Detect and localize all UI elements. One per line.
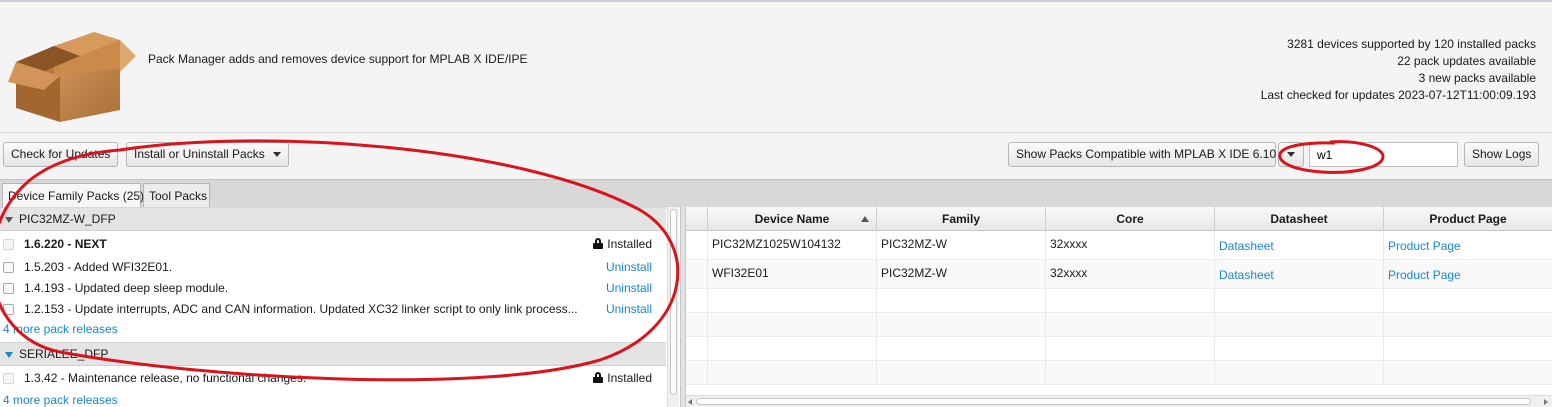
table-row[interactable]: PIC32MZ1025W104132 PIC32MZ-W 32xxxx Data… — [686, 231, 1552, 260]
row-header-column — [686, 207, 708, 231]
tab-device-family-packs[interactable]: Device Family Packs (25) — [2, 183, 144, 208]
uninstall-link[interactable]: Uninstall — [606, 257, 652, 278]
family-cell: PIC32MZ-W — [877, 231, 1046, 259]
lock-icon — [593, 238, 604, 249]
more-pack-releases-link[interactable]: 4 more pack releases — [3, 322, 118, 336]
datasheet-link[interactable]: Datasheet — [1215, 260, 1384, 288]
empty-table-row — [686, 337, 1552, 361]
product-page-link[interactable]: Product Page — [1384, 260, 1552, 288]
more-pack-releases-link[interactable]: 4 more pack releases — [3, 393, 118, 407]
pack-list-scrollbar[interactable] — [667, 207, 679, 407]
column-core[interactable]: Core — [1046, 207, 1215, 231]
scroll-left-icon[interactable] — [688, 399, 692, 405]
row-header-cell — [686, 260, 708, 288]
collapse-triangle-icon — [5, 216, 13, 223]
release-checkbox[interactable] — [3, 373, 14, 384]
search-input[interactable] — [1309, 142, 1458, 167]
installed-label: Installed — [607, 371, 652, 385]
pack-type-tabs: Device Family Packs (25) Tool Packs — [0, 179, 1552, 208]
installed-status: Installed — [593, 234, 652, 255]
release-checkbox[interactable] — [3, 262, 14, 273]
uninstall-link[interactable]: Uninstall — [606, 278, 652, 299]
column-device-name[interactable]: Device Name — [708, 207, 877, 231]
show-logs-label: Show Logs — [1472, 147, 1532, 161]
pack-release-row: 1.5.203 - Added WFI32E01. Uninstall — [0, 257, 666, 278]
table-horizontal-scrollbar[interactable] — [686, 395, 1552, 407]
toolbar: Check for Updates Install or Uninstall P… — [0, 134, 1552, 176]
release-label: 1.5.203 - Added WFI32E01. — [24, 260, 173, 274]
pack-release-row: 1.2.153 - Update interrupts, ADC and CAN… — [0, 299, 666, 320]
install-uninstall-dropdown[interactable]: Install or Uninstall Packs — [126, 142, 289, 167]
installed-label: Installed — [607, 237, 652, 251]
release-label: 1.2.153 - Update interrupts, ADC and CAN… — [24, 302, 578, 316]
chevron-down-icon — [272, 152, 281, 158]
pack-manager-header: Pack Manager adds and removes device sup… — [0, 0, 1552, 133]
release-label: 1.6.220 - NEXT — [24, 237, 107, 251]
scroll-right-icon[interactable] — [1544, 399, 1548, 405]
pack-release-row: 1.4.193 - Updated deep sleep module. Uni… — [0, 278, 666, 299]
release-label: 1.4.193 - Updated deep sleep module. — [24, 281, 229, 295]
lock-icon — [593, 372, 604, 383]
device-table: Device Name Family Core Datasheet Produc… — [686, 207, 1552, 407]
stat-pack-updates: 22 pack updates available — [1397, 54, 1536, 68]
core-cell: 32xxxx — [1046, 260, 1215, 288]
compatibility-filter-label: Show Packs Compatible with MPLAB X IDE 6… — [1016, 147, 1277, 161]
column-product-page[interactable]: Product Page — [1384, 207, 1552, 231]
pack-manager-description: Pack Manager adds and removes device sup… — [148, 52, 528, 66]
pack-stats: 3281 devices supported by 120 installed … — [1261, 36, 1536, 104]
datasheet-link[interactable]: Datasheet — [1215, 231, 1384, 259]
uninstall-link[interactable]: Uninstall — [606, 299, 652, 320]
column-label: Device Name — [754, 212, 830, 226]
compatibility-filter-arrow-button[interactable] — [1278, 142, 1304, 167]
compatibility-filter-select[interactable]: Show Packs Compatible with MPLAB X IDE 6… — [1008, 142, 1276, 167]
empty-table-row — [686, 289, 1552, 313]
collapse-triangle-icon — [5, 351, 13, 358]
show-logs-button[interactable]: Show Logs — [1464, 142, 1540, 167]
device-name-cell: PIC32MZ1025W104132 — [708, 231, 877, 259]
pack-release-row: 1.3.42 - Maintenance release, no functio… — [0, 368, 666, 389]
empty-table-row — [686, 361, 1552, 385]
row-header-cell — [686, 231, 708, 259]
install-uninstall-label: Install or Uninstall Packs — [134, 147, 265, 161]
release-checkbox[interactable] — [3, 283, 14, 294]
scrollbar-thumb[interactable] — [670, 209, 677, 395]
table-header: Device Name Family Core Datasheet Produc… — [686, 207, 1552, 231]
pack-name: PIC32MZ-W_DFP — [19, 212, 116, 226]
release-checkbox[interactable] — [3, 239, 14, 250]
pack-list: PIC32MZ-W_DFP 1.6.220 - NEXT Installed 1… — [0, 207, 680, 407]
installed-status: Installed — [593, 368, 652, 389]
stat-last-checked: Last checked for updates 2023-07-12T11:0… — [1260, 88, 1536, 102]
stat-new-packs: 3 new packs available — [1418, 71, 1536, 85]
pack-name: SERIALEE_DFP — [19, 347, 109, 361]
check-for-updates-button[interactable]: Check for Updates — [3, 142, 119, 167]
pack-group-header[interactable]: SERIALEE_DFP — [0, 342, 666, 366]
stat-devices-supported: 3281 devices supported by 120 installed … — [1287, 37, 1536, 51]
sort-ascending-icon — [861, 216, 869, 222]
table-row[interactable]: WFI32E01 PIC32MZ-W 32xxxx Datasheet Prod… — [686, 260, 1552, 289]
device-name-cell: WFI32E01 — [708, 260, 877, 288]
scrollbar-thumb[interactable] — [696, 398, 1531, 405]
check-for-updates-label: Check for Updates — [11, 147, 111, 161]
release-label: 1.3.42 - Maintenance release, no functio… — [24, 371, 307, 385]
product-page-link[interactable]: Product Page — [1384, 231, 1552, 259]
column-family[interactable]: Family — [877, 207, 1046, 231]
pack-group-header[interactable]: PIC32MZ-W_DFP — [0, 207, 666, 231]
pack-release-row: 1.6.220 - NEXT Installed — [0, 234, 666, 255]
chevron-down-icon — [1287, 152, 1295, 158]
release-checkbox[interactable] — [3, 304, 14, 315]
core-cell: 32xxxx — [1046, 231, 1215, 259]
family-cell: PIC32MZ-W — [877, 260, 1046, 288]
package-box-icon — [8, 32, 136, 122]
top-border — [0, 0, 1552, 2]
tab-tool-packs[interactable]: Tool Packs — [143, 183, 210, 208]
empty-table-row — [686, 313, 1552, 337]
column-datasheet[interactable]: Datasheet — [1215, 207, 1384, 231]
